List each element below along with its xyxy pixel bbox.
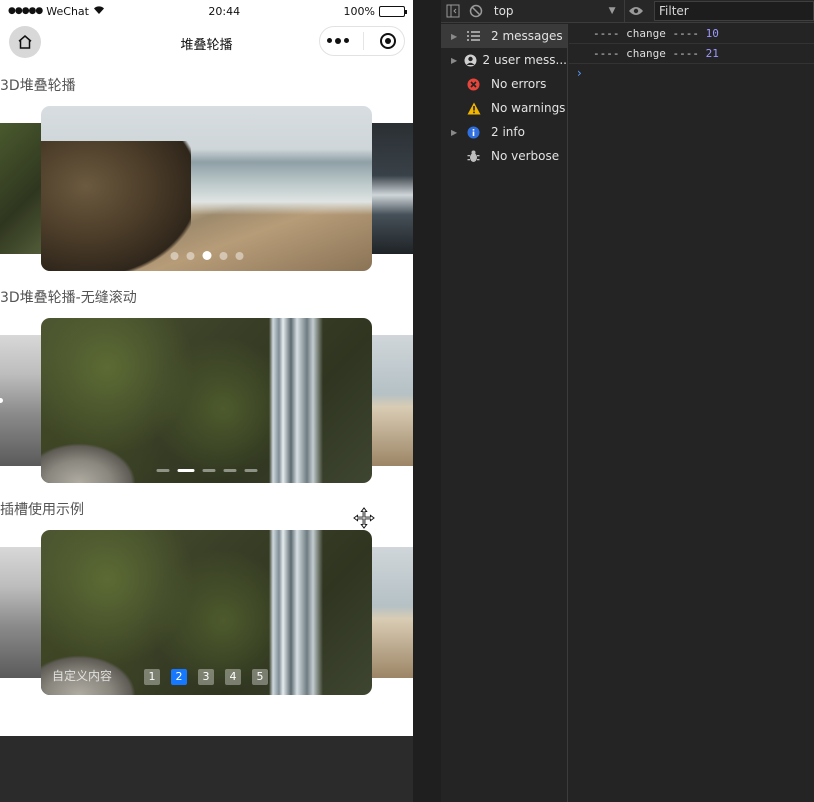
carousel-dot[interactable] (219, 251, 227, 260)
user-icon (464, 54, 483, 67)
carousel-dot[interactable] (186, 251, 194, 260)
indicator-number[interactable]: 3 (198, 669, 214, 685)
eye-icon (629, 7, 644, 15)
log-value: 1 (705, 27, 713, 40)
section-title-1: 3D堆叠轮播 (0, 78, 76, 94)
expand-arrow-icon: ▶ (451, 127, 458, 137)
carousel-2-current-slide[interactable] (41, 318, 372, 483)
list-icon (467, 31, 491, 41)
carrier-label: WeChat (46, 4, 89, 18)
carousel-3-current-slide[interactable]: 自定义内容 1 2 3 4 5 (41, 530, 372, 695)
devtools-console: top ▼ ▶ 2 messages ▶ 2 user mess... No e… (441, 0, 814, 802)
sidebar-item-user-messages[interactable]: ▶ 2 user mess... (441, 48, 567, 72)
nav-bar: 堆叠轮播 (0, 22, 413, 64)
carousel-dot[interactable] (170, 251, 178, 260)
section-title-3: 插槽使用示例 (0, 502, 84, 518)
console-output: ---- change ---- 1 0 ---- change ---- 2 … (569, 24, 814, 802)
section-title-2: 3D堆叠轮播-无缝滚动 (0, 290, 137, 306)
console-toolbar: top ▼ (441, 0, 814, 23)
battery-label: 100% (343, 4, 375, 18)
sidebar-item-label: No errors (491, 77, 547, 91)
live-expression-button[interactable] (625, 0, 648, 23)
page-title: 堆叠轮播 (180, 37, 233, 53)
capsule-menu (319, 26, 405, 56)
clear-console-button[interactable] (464, 0, 487, 23)
home-icon (18, 35, 32, 49)
sidebar-item-errors[interactable]: No errors (441, 72, 567, 96)
indicator-number[interactable]: 5 (252, 669, 268, 685)
battery-icon (378, 5, 407, 17)
log-text: ---- change ---- (593, 27, 706, 40)
carousel-1-prev-slide[interactable] (0, 123, 41, 254)
toggle-sidebar-button[interactable] (441, 0, 464, 23)
sidebar-item-label: No warnings (491, 101, 566, 115)
carousel-1-dots (170, 251, 243, 260)
log-text: ---- change ---- (593, 47, 706, 60)
carousel-1-next-slide[interactable] (372, 123, 413, 254)
sidebar-item-label: 2 info (491, 125, 525, 139)
capsule-divider (363, 32, 365, 50)
sidebar-icon (446, 4, 460, 18)
carousel-bar[interactable] (244, 469, 257, 472)
wifi-icon (93, 5, 105, 18)
simulator-background (0, 736, 413, 802)
expand-arrow-icon: ▶ (451, 31, 458, 41)
status-bar: ●●●●● WeChat 20:44 100% (0, 0, 413, 22)
sidebar-item-label: 2 user mess... (482, 53, 567, 67)
warning-icon (467, 102, 491, 115)
error-icon (467, 78, 491, 91)
status-time: 20:44 (208, 4, 241, 18)
indicator-number-active[interactable]: 2 (171, 669, 187, 685)
move-cursor-icon (353, 507, 375, 529)
sidebar-item-verbose[interactable]: No verbose (441, 144, 567, 168)
indicator-number[interactable]: 4 (225, 669, 241, 685)
log-value: 0 (712, 27, 719, 40)
carousel-3-next-slide[interactable] (372, 547, 413, 678)
block-icon (469, 4, 483, 18)
console-sidebar: ▶ 2 messages ▶ 2 user mess... No errors … (441, 24, 568, 802)
console-log-line[interactable]: ---- change ---- 2 1 (569, 44, 814, 64)
dropdown-arrow-icon: ▼ (608, 6, 616, 16)
filter-input[interactable] (654, 1, 814, 21)
slide-image-rock (41, 443, 136, 483)
slide-image-cliff (41, 141, 191, 271)
console-log-line[interactable]: ---- change ---- 1 0 (569, 24, 814, 44)
carousel-dot[interactable] (235, 251, 243, 260)
signal-icon: ●●●●● (8, 6, 43, 16)
sidebar-item-messages[interactable]: ▶ 2 messages (441, 24, 567, 48)
carousel-2-bars (156, 469, 257, 472)
carousel-bar-active[interactable] (177, 469, 194, 472)
carousel-bar[interactable] (223, 469, 236, 472)
carousel-bar[interactable] (156, 469, 169, 472)
carousel-3-number-indicator: 1 2 3 4 5 (144, 669, 268, 685)
carousel-2-next-slide[interactable] (372, 335, 413, 466)
sidebar-item-label: No verbose (491, 149, 560, 163)
console-prompt[interactable]: › (569, 64, 814, 82)
verbose-icon (467, 150, 491, 163)
context-label: top (493, 4, 514, 18)
log-value: 1 (712, 47, 719, 60)
carousel-3-prev-slide[interactable] (0, 547, 41, 678)
carousel-dot-active[interactable] (202, 251, 211, 260)
carousel-1-current-slide[interactable] (41, 106, 372, 271)
sidebar-item-info[interactable]: ▶ 2 info (441, 120, 567, 144)
log-value: 2 (705, 47, 713, 60)
panel-divider[interactable] (413, 0, 441, 802)
close-mini-program-icon[interactable] (379, 32, 397, 50)
home-button[interactable] (9, 26, 41, 58)
sidebar-item-label: 2 messages (491, 29, 563, 43)
carousel-2-prev-slide[interactable] (0, 335, 41, 466)
expand-arrow-icon: ▶ (451, 55, 458, 65)
indicator-number[interactable]: 1 (144, 669, 160, 685)
sidebar-item-warnings[interactable]: No warnings (441, 96, 567, 120)
more-icon[interactable] (327, 38, 350, 44)
context-selector[interactable]: top ▼ (488, 0, 625, 23)
info-icon (467, 126, 491, 139)
carousel-bar[interactable] (202, 469, 215, 472)
slot-custom-content: 自定义内容 (52, 669, 113, 683)
phone-simulator: ●●●●● WeChat 20:44 100% 堆叠轮播 3D堆叠轮播 3D堆叠… (0, 0, 413, 736)
